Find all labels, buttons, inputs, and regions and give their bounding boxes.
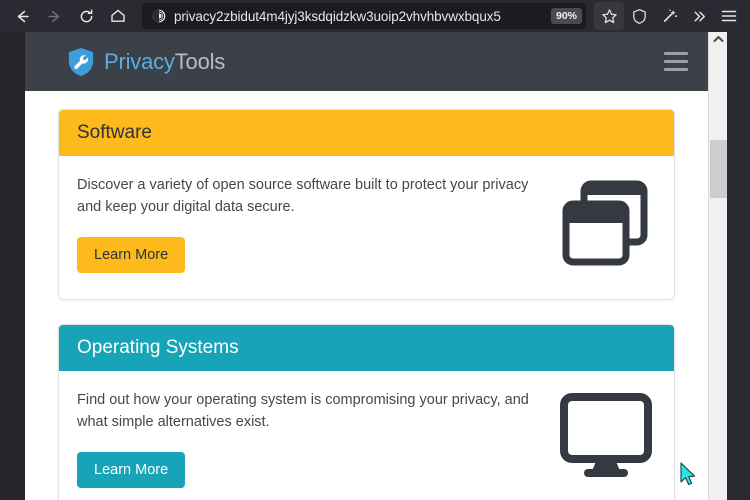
nav-toggle-bar (664, 52, 688, 55)
shield-wrench-icon (68, 47, 94, 76)
site-brand[interactable]: PrivacyTools (67, 47, 225, 77)
forward-button[interactable] (38, 2, 70, 30)
hamburger-menu-icon[interactable] (714, 2, 744, 30)
url-text[interactable]: privacy2zbidut4m4jyj3ksdqidzkw3uoip2vhvh… (174, 9, 547, 24)
learn-more-button-software[interactable]: Learn More (77, 236, 186, 273)
brand-primary: Privacy (104, 48, 175, 74)
url-bar[interactable]: privacy2zbidut4m4jyj3ksdqidzkw3uoip2vhvh… (142, 3, 586, 29)
brand-text: PrivacyTools (104, 49, 225, 75)
page-left-gutter (0, 32, 25, 500)
back-arrow-icon (17, 10, 29, 22)
browser-viewport: PrivacyTools Software Discover a variety… (0, 32, 750, 500)
card-operating-systems-copy: Find out how your operating system is co… (77, 389, 556, 488)
chevron-up-icon (713, 36, 723, 42)
scrollbar-up-arrow[interactable] (709, 32, 727, 46)
site-header: PrivacyTools (25, 32, 708, 91)
desktop-monitor-icon (560, 392, 652, 477)
card-operating-systems-description: Find out how your operating system is co… (77, 391, 529, 431)
home-button[interactable] (102, 2, 134, 30)
card-software: Software Discover a variety of open sour… (58, 109, 675, 300)
card-software-body: Discover a variety of open source softwa… (59, 156, 674, 299)
web-page: PrivacyTools Software Discover a variety… (25, 32, 708, 500)
nav-toggle-bar (664, 68, 688, 71)
viewport-right-edge (727, 32, 750, 500)
back-button[interactable] (6, 2, 38, 30)
card-operating-systems-title: Operating Systems (59, 324, 674, 371)
chevron-double-right-icon[interactable] (684, 2, 714, 30)
card-operating-systems-body: Find out how your operating system is co… (59, 371, 674, 500)
learn-more-button-operating-systems[interactable]: Learn More (77, 451, 186, 488)
browser-toolbar: privacy2zbidut4m4jyj3ksdqidzkw3uoip2vhvh… (0, 0, 750, 32)
nav-toggle-button[interactable] (664, 48, 688, 75)
card-software-icon-wrap (556, 174, 656, 268)
nav-toggle-bar (664, 60, 688, 63)
reload-icon (80, 8, 92, 22)
zoom-level-badge[interactable]: 90% (550, 8, 582, 24)
home-icon (111, 9, 125, 22)
forward-arrow-icon (47, 10, 59, 22)
magic-wand-icon[interactable] (654, 2, 684, 30)
shield-icon[interactable] (624, 2, 654, 30)
bookmark-star-icon[interactable] (594, 2, 624, 30)
card-area: Software Discover a variety of open sour… (25, 91, 708, 500)
card-software-copy: Discover a variety of open source softwa… (77, 174, 556, 273)
tor-onion-icon (150, 7, 168, 25)
reload-button[interactable] (70, 2, 102, 30)
card-software-title: Software (59, 110, 674, 156)
card-operating-systems-icon-wrap (556, 389, 656, 479)
card-operating-systems: Operating Systems Find out how your oper… (58, 323, 675, 500)
scrollbar-thumb[interactable] (710, 140, 727, 198)
page-scrollbar[interactable] (708, 32, 727, 500)
card-software-description: Discover a variety of open source softwa… (77, 177, 529, 216)
brand-secondary: Tools (174, 48, 226, 74)
toolbar-right-group (594, 2, 744, 30)
windows-stack-icon (562, 180, 648, 266)
